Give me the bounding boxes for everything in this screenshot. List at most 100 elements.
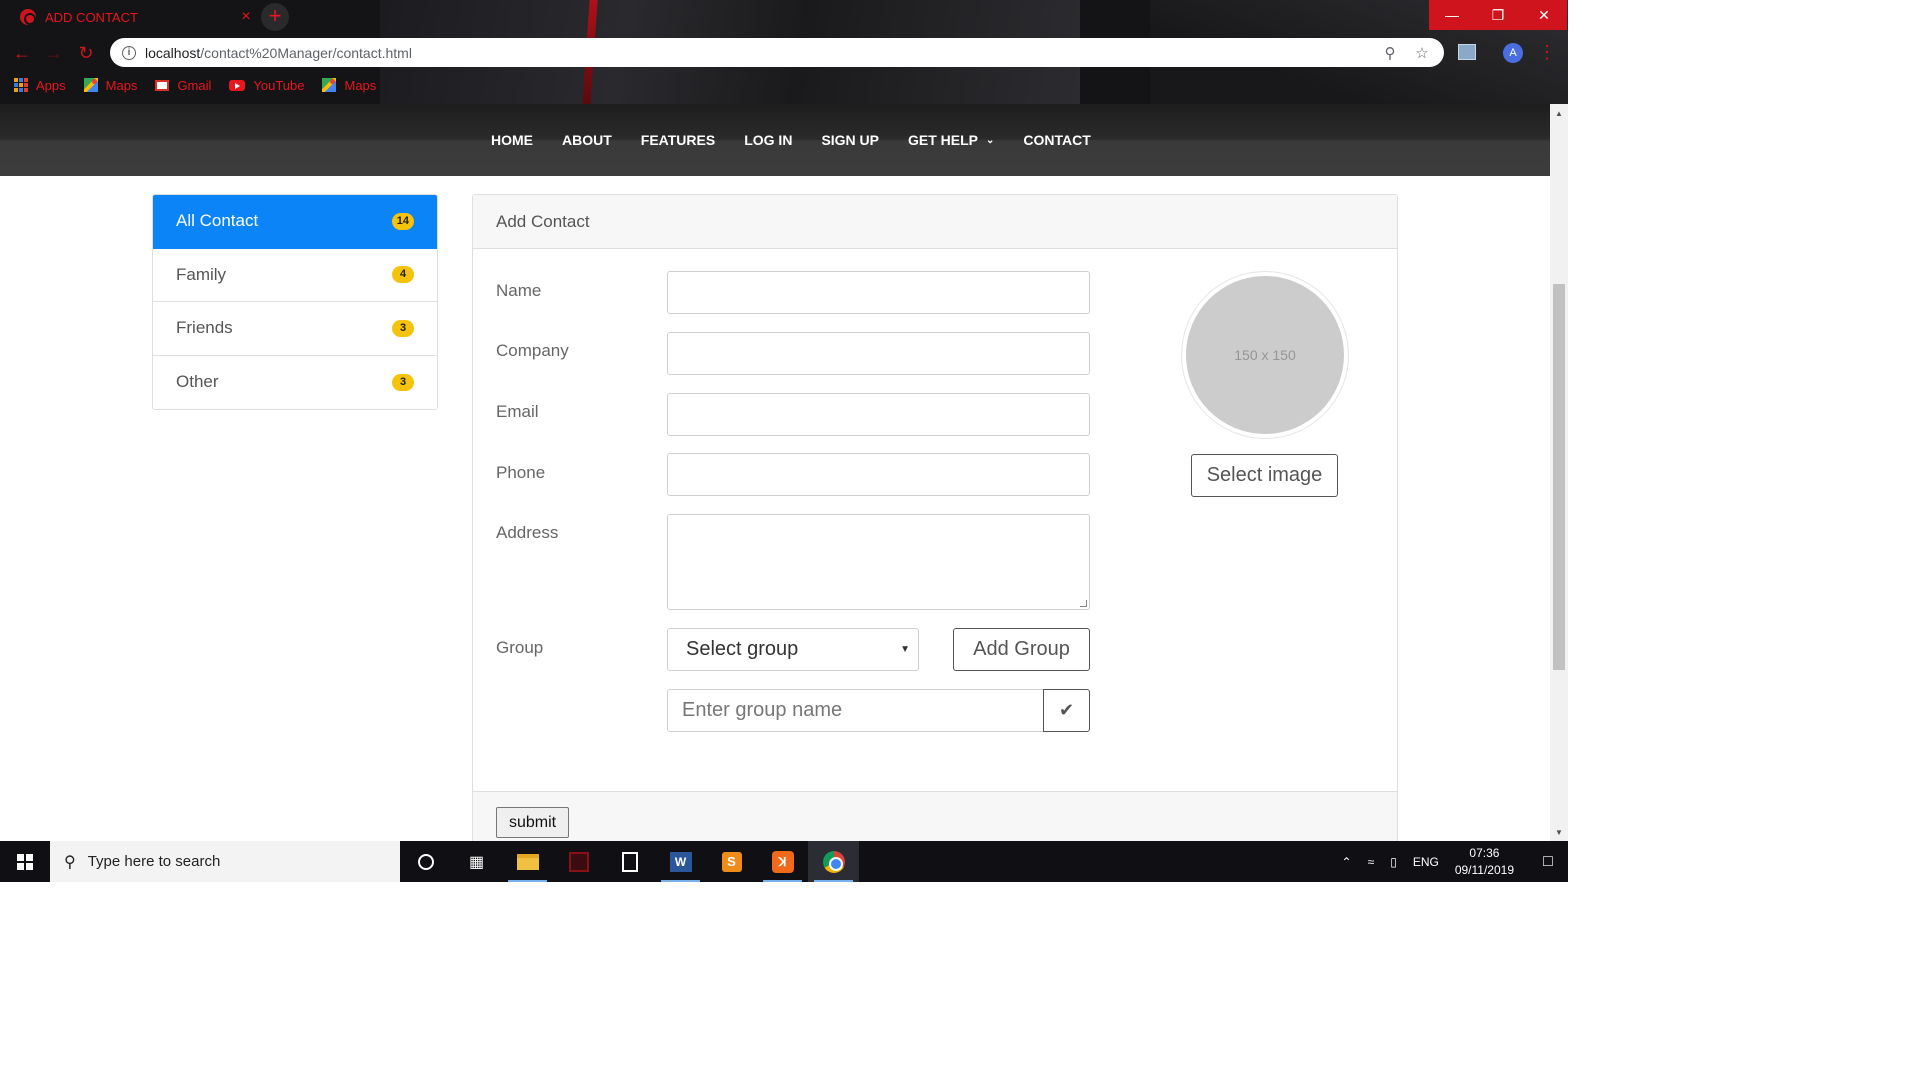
- phone-field[interactable]: [667, 453, 1090, 496]
- nav-contact[interactable]: CONTACT: [1023, 132, 1090, 148]
- site-info-icon[interactable]: i: [122, 45, 136, 60]
- select-image-button[interactable]: Select image: [1191, 454, 1338, 497]
- document-app-button[interactable]: [604, 841, 655, 882]
- group-label: Friends: [176, 318, 233, 338]
- address-bar[interactable]: i localhost /contact%20Manager/contact.h…: [110, 38, 1444, 67]
- group-item-family[interactable]: Family 4: [153, 248, 437, 302]
- apps-icon: [14, 78, 28, 92]
- group-item-all-contact[interactable]: All Contact 14: [153, 195, 437, 249]
- url-host: localhost: [145, 44, 201, 61]
- email-field[interactable]: [667, 393, 1090, 436]
- system-tray: ⌃ ≈ ▯ ENG 07:36 09/11/2019 □: [1334, 841, 1568, 882]
- document-icon: [621, 851, 638, 872]
- card-header: Add Contact: [473, 195, 1397, 249]
- bookmark-label: YouTube: [253, 77, 305, 93]
- address-textarea[interactable]: [667, 514, 1090, 610]
- new-tab-button[interactable]: +: [261, 3, 289, 31]
- language-indicator[interactable]: ENG: [1413, 855, 1439, 869]
- resize-handle-icon[interactable]: [1080, 600, 1087, 607]
- nav-about[interactable]: ABOUT: [562, 132, 612, 148]
- back-icon[interactable]: ←: [8, 39, 36, 67]
- bookmark-label: Gmail: [177, 77, 212, 93]
- avatar-preview: 150 x 150: [1181, 271, 1349, 439]
- cortana-icon: [417, 853, 434, 870]
- submit-button[interactable]: submit: [496, 807, 569, 838]
- group-item-other[interactable]: Other 3: [153, 355, 437, 409]
- group-label: All Contact: [176, 211, 259, 231]
- chrome-button[interactable]: [808, 841, 859, 882]
- clock[interactable]: 07:36 09/11/2019: [1455, 845, 1514, 879]
- close-window-button[interactable]: ✕: [1521, 0, 1567, 30]
- name-label: Name: [496, 281, 542, 300]
- scroll-down-icon[interactable]: ▼: [1550, 825, 1568, 841]
- phone-label: Phone: [496, 463, 546, 482]
- group-label: Family: [176, 264, 227, 284]
- bookmark-maps[interactable]: Maps: [83, 78, 137, 93]
- gmail-icon: [155, 79, 170, 91]
- scrollbar-thumb[interactable]: [1553, 284, 1565, 670]
- bookmark-maps-2[interactable]: Maps: [322, 78, 376, 93]
- start-button[interactable]: [0, 841, 50, 882]
- file-explorer-button[interactable]: [502, 841, 553, 882]
- word-button[interactable]: W: [655, 841, 706, 882]
- cortana-button[interactable]: [400, 841, 451, 882]
- tab-close-icon[interactable]: ×: [232, 8, 260, 26]
- restore-button[interactable]: ❐: [1475, 0, 1521, 30]
- forward-icon[interactable]: →: [40, 39, 68, 67]
- chrome-icon: [822, 850, 845, 873]
- reload-icon[interactable]: ↻: [72, 39, 100, 67]
- word-icon: W: [669, 851, 692, 872]
- bookmark-star-icon[interactable]: ☆: [1412, 43, 1432, 63]
- browser-chrome: ADD CONTACT × + — ❐ ✕ ← → ↻ i localhost …: [0, 0, 1568, 104]
- extension-icon[interactable]: [1458, 44, 1476, 60]
- group-item-friends[interactable]: Friends 3: [153, 302, 437, 356]
- task-view-button[interactable]: ▦: [451, 841, 502, 882]
- company-field[interactable]: [667, 332, 1090, 375]
- taskbar-search-placeholder: Type here to search: [87, 853, 221, 870]
- predator-app-button[interactable]: [553, 841, 604, 882]
- avatar-placeholder-image: 150 x 150: [1186, 276, 1344, 434]
- predator-icon: [568, 851, 589, 872]
- contact-group-list: All Contact 14 Family 4 Friends 3 Other …: [152, 194, 438, 410]
- page-scrollbar[interactable]: ▲ ▼: [1550, 104, 1568, 841]
- check-icon: ✔: [1058, 700, 1075, 720]
- nav-log-in[interactable]: LOG IN: [744, 132, 792, 148]
- group-label: Other: [176, 372, 219, 392]
- bookmark-youtube[interactable]: YouTube: [229, 78, 304, 93]
- clock-date: 09/11/2019: [1454, 862, 1514, 877]
- group-name-placeholder: Enter group name: [682, 699, 843, 721]
- battery-icon[interactable]: ▯: [1390, 855, 1397, 869]
- zoom-icon[interactable]: ⚲: [1380, 43, 1400, 63]
- bookmark-label: Maps: [344, 77, 377, 93]
- group-name-input[interactable]: Enter group name: [667, 689, 1044, 732]
- nav-get-help[interactable]: GET HELP ⌄: [908, 132, 994, 148]
- nav-home[interactable]: HOME: [491, 132, 533, 148]
- minimize-button[interactable]: —: [1429, 0, 1475, 30]
- browser-menu-icon[interactable]: ⋮: [1538, 40, 1556, 64]
- wifi-icon[interactable]: ≈: [1368, 855, 1375, 869]
- confirm-group-button[interactable]: ✔: [1043, 689, 1090, 732]
- group-select[interactable]: Select group ▼: [667, 628, 919, 671]
- nav-sign-up[interactable]: SIGN UP: [821, 132, 879, 148]
- bookmark-gmail[interactable]: Gmail: [155, 78, 211, 93]
- youtube-icon: [229, 79, 246, 91]
- maps-icon: [322, 78, 337, 92]
- profile-avatar[interactable]: A: [1503, 43, 1523, 63]
- sublime-text-button[interactable]: S: [706, 841, 757, 882]
- notification-icon[interactable]: □: [1528, 841, 1568, 882]
- taskbar-search-box[interactable]: ⚲ Type here to search: [50, 841, 400, 882]
- bookmark-apps[interactable]: Apps: [14, 78, 66, 93]
- add-group-button[interactable]: Add Group: [953, 628, 1090, 671]
- browser-tab[interactable]: ADD CONTACT ×: [8, 0, 260, 34]
- add-contact-card: Add Contact Name Company Email Phone Add…: [472, 194, 1398, 855]
- scroll-up-icon[interactable]: ▲: [1550, 106, 1568, 122]
- show-hidden-icons-icon[interactable]: ⌃: [1342, 855, 1352, 869]
- tab-title: ADD CONTACT: [45, 9, 138, 25]
- nav-features[interactable]: FEATURES: [641, 132, 715, 148]
- xampp-button[interactable]: ꓘ: [757, 841, 808, 882]
- url-path: /contact%20Manager/contact.html: [200, 44, 412, 61]
- task-view-icon: ▦: [468, 853, 485, 871]
- name-field[interactable]: [667, 271, 1090, 314]
- xampp-icon: ꓘ: [771, 850, 794, 873]
- count-badge: 3: [392, 319, 414, 337]
